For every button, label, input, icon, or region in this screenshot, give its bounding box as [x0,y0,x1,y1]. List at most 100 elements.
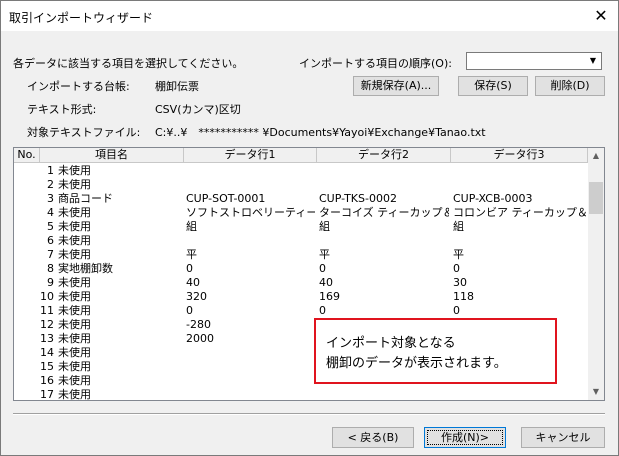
chevron-down-icon[interactable]: ▼ [585,53,601,69]
data-cell-1 [186,178,315,192]
data-cell-2: 平 [319,248,330,261]
scroll-thumb[interactable] [589,182,603,214]
ledger-value: 棚卸伝票 [155,80,199,93]
annotation-callout: インポート対象となる 棚卸のデータが表示されます。 [314,318,557,384]
item-name[interactable]: 未使用 [58,248,182,262]
table-row[interactable]: 1 未使用 [14,164,588,178]
import-order-select[interactable]: ▼ [466,52,602,70]
data-cell-1 [186,164,315,178]
data-cell-1 [186,388,315,400]
item-name[interactable]: 未使用 [58,360,182,374]
import-order-label: インポートする項目の順序(O): [299,57,452,70]
table-row[interactable]: 9 未使用 40 40 30 [14,276,588,290]
data-cell-2 [319,178,449,192]
table-row[interactable]: 8 実地棚卸数 0 0 0 [14,262,588,276]
cancel-button[interactable]: キャンセル [521,427,605,448]
item-name[interactable]: 未使用 [58,178,182,192]
data-cell-1 [186,374,315,388]
data-cell-2: ターコイズ ティーカップ＆ソ… [319,206,449,219]
row-number: 15 [40,360,54,373]
column-header-data3[interactable]: データ行3 [451,148,588,163]
target-file-path: C:¥..¥ *********** ¥Documents¥Yayoi¥Exch… [155,126,486,139]
data-cell-1: ソフトストロベリーティーカッ… [186,206,315,219]
window-title: 取引インポートウィザード [9,11,154,25]
row-number: 16 [40,374,54,387]
data-cell-2 [319,164,449,178]
data-cell-1: 320 [186,290,207,303]
item-name[interactable]: 未使用 [58,332,182,346]
column-header-item[interactable]: 項目名 [40,148,184,163]
row-number: 1 [47,164,54,177]
data-cell-2: 169 [319,290,340,303]
table-row[interactable]: 7 未使用平平平 [14,248,588,262]
row-number: 13 [40,332,54,345]
table-row[interactable]: 5 未使用組組組 [14,220,588,234]
text-format-label: テキスト形式: [27,103,97,116]
item-name[interactable]: 未使用 [58,276,182,290]
column-header-data2[interactable]: データ行2 [317,148,451,163]
data-cell-2 [319,388,449,400]
column-header-no[interactable]: No. [14,148,40,163]
item-name[interactable]: 商品コード [58,192,182,206]
footer-divider [13,413,605,415]
data-cell-1: 40 [186,276,200,289]
row-number: 2 [47,178,54,191]
item-name[interactable]: 未使用 [58,206,182,220]
row-number: 14 [40,346,54,359]
item-name[interactable]: 未使用 [58,220,182,234]
triangle-up-icon[interactable]: ▲ [588,148,604,164]
wizard-window: 取引インポートウィザード ✕ 各データに該当する項目を選択してください。 インポ… [0,0,619,456]
column-header-data1[interactable]: データ行1 [184,148,317,163]
vertical-scrollbar[interactable]: ▲ ▼ [588,148,604,400]
table-row[interactable]: 11 未使用 0 0 0 [14,304,588,318]
target-file-label: 対象テキストファイル: [27,126,141,139]
next-button[interactable]: 作成(N)> [424,427,506,448]
data-cell-1: 0 [186,262,193,275]
title-bar: 取引インポートウィザード ✕ [1,1,618,31]
callout-line-2: 棚卸のデータが表示されます。 [326,356,507,371]
triangle-down-icon[interactable]: ▼ [588,384,604,400]
delete-button[interactable]: 削除(D) [535,76,605,96]
table-row[interactable]: 6 未使用 [14,234,588,248]
row-number: 4 [47,206,54,219]
item-name[interactable]: 未使用 [58,290,182,304]
close-icon[interactable]: ✕ [589,5,613,27]
item-name[interactable]: 未使用 [58,374,182,388]
instruction-text: 各データに該当する項目を選択してください。 [13,57,244,70]
item-name[interactable]: 未使用 [58,234,182,248]
row-number: 12 [40,318,54,331]
table-row[interactable]: 3 商品コード CUP-SOT-0001 CUP-TKS-0002 CUP-XCB-00… [14,192,588,206]
item-name[interactable]: 実地棚卸数 [58,262,182,276]
data-cell-3 [453,234,586,248]
data-cell-3: 平 [453,248,464,261]
data-cell-3: CUP-XCB-0003 [453,192,533,205]
table-row[interactable]: 2 未使用 [14,178,588,192]
item-name[interactable]: 未使用 [58,388,182,400]
back-button[interactable]: < 戻る(B) [332,427,414,448]
text-format-value: CSV(カンマ)区切 [155,103,241,116]
table-row[interactable]: 4 未使用ソフトストロベリーティーカッ… ターコイズ ティーカップ＆ソ… コロンビア … [14,206,588,220]
item-name[interactable]: 未使用 [58,346,182,360]
item-name[interactable]: 未使用 [58,318,182,332]
row-number: 9 [47,276,54,289]
data-cell-3 [453,388,586,400]
table-row[interactable]: 10 未使用 320 169 118 [14,290,588,304]
data-cell-1 [186,346,315,360]
item-name[interactable]: 未使用 [58,164,182,178]
table-row[interactable]: 17 未使用 [14,388,588,400]
data-cell-2: 0 [319,262,326,275]
row-number: 5 [47,220,54,233]
data-cell-3: 0 [453,262,460,275]
data-cell-1: 0 [186,304,193,317]
save-button[interactable]: 保存(S) [458,76,528,96]
data-cell-1: 組 [186,220,197,233]
item-name[interactable]: 未使用 [58,304,182,318]
data-cell-3 [453,178,586,192]
row-number: 3 [47,192,54,205]
data-cell-2: 40 [319,276,333,289]
new-save-button[interactable]: 新規保存(A)... [353,76,439,96]
data-cell-2: 0 [319,304,326,317]
data-cell-1 [186,360,315,374]
ledger-label: インポートする台帳: [27,80,130,93]
row-number: 7 [47,248,54,261]
